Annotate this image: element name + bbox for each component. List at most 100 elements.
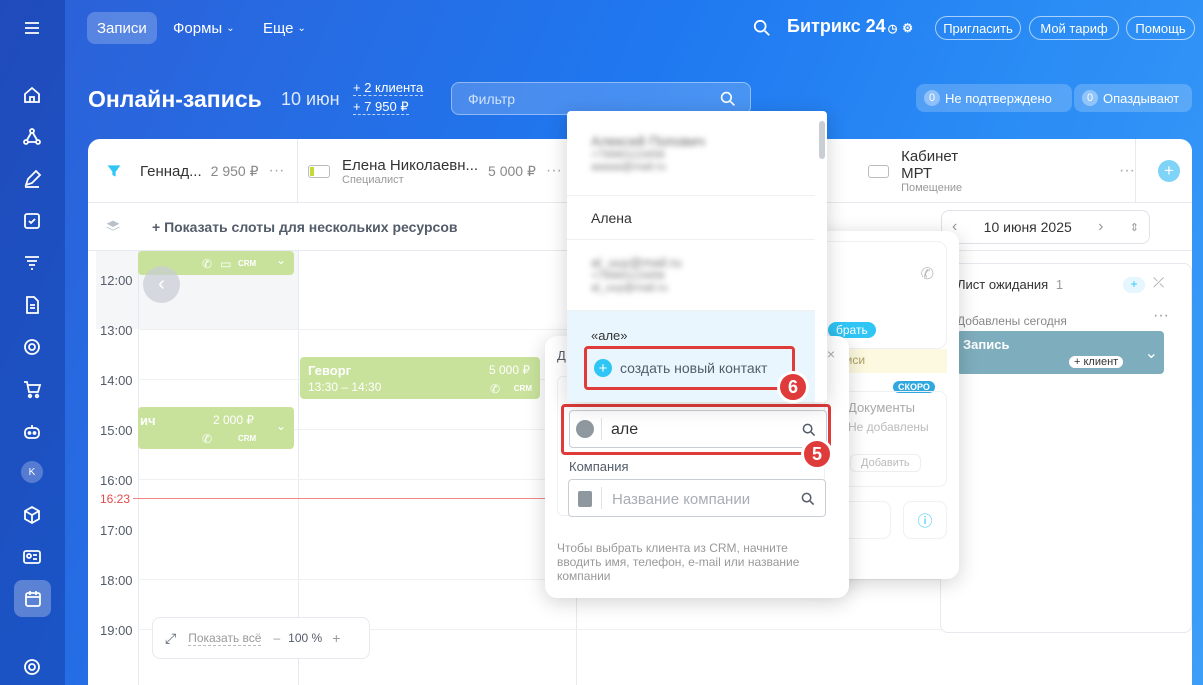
current-time-label: 16:23: [100, 492, 131, 506]
booking-price: 2 000 ₽: [213, 413, 254, 427]
document-icon[interactable]: [20, 293, 44, 317]
added-today-label: Добавлены сегодня: [957, 314, 1067, 328]
page-date: 10 июн: [281, 89, 340, 109]
brand-logo[interactable]: Битрикс 24 ◷ ⚙: [787, 16, 913, 37]
search-result-item[interactable]: Алена: [567, 197, 815, 240]
tab-records[interactable]: Записи: [87, 12, 157, 44]
more-icon[interactable]: ···: [1119, 162, 1135, 180]
collapse-icon[interactable]: ⤫: [1153, 274, 1164, 291]
search-icon[interactable]: [801, 492, 815, 506]
chevron-right-icon[interactable]: ›: [1098, 218, 1103, 236]
time-label: 16:00: [100, 473, 133, 488]
search-result-item[interactable]: al_uuy@mail.ru +79960123456 al_uuy@mail.…: [567, 241, 815, 311]
tasks-icon[interactable]: [20, 209, 44, 233]
query-echo: «але»: [591, 328, 628, 343]
unconfirmed-label: Не подтверждено: [945, 90, 1052, 106]
box-icon[interactable]: [20, 503, 44, 527]
add-client-button[interactable]: + клиент: [1069, 356, 1124, 368]
tab-more[interactable]: Еще ⌄: [253, 12, 316, 44]
input-divider: [601, 487, 602, 509]
booking-card[interactable]: Геворг 5 000 ₽ 13:30 – 14:30 ✆ CRM: [300, 357, 540, 399]
chevron-down-icon[interactable]: ⌄: [276, 419, 286, 433]
scrollbar-thumb[interactable]: [819, 121, 825, 159]
layers-icon[interactable]: [104, 219, 122, 235]
contact-card-icon[interactable]: [20, 545, 44, 569]
invite-button[interactable]: Пригласить: [935, 16, 1021, 40]
show-slots-button[interactable]: + Показать слоты для нескольких ресурсов: [152, 219, 458, 235]
crm-badge: CRM: [238, 434, 257, 443]
grid-divider: [138, 251, 139, 685]
funnel-icon[interactable]: [20, 251, 44, 275]
chevron-down-icon[interactable]: ⌄: [276, 253, 286, 267]
resource-column-1[interactable]: Геннад... 2 950 ₽ ···: [138, 139, 298, 203]
booking-card[interactable]: ич 2 000 ₽ ✆ CRM ⌄: [138, 407, 294, 449]
more-icon[interactable]: ···: [546, 162, 562, 180]
tab-records-label: Записи: [97, 19, 147, 37]
resource-column-2[interactable]: Елена Николаевн... Специалист 5 000 ₽ ··…: [298, 139, 578, 203]
company-input[interactable]: Название компании: [568, 479, 826, 517]
help-label: Помощь: [1135, 20, 1186, 36]
top-navigation: Записи Формы ⌄ Еще ⌄ Битрикс 24 ◷ ⚙ Пригласи…: [65, 0, 1203, 56]
client-card: ✆ брать: [807, 241, 947, 349]
booking-nav-active[interactable]: [14, 580, 51, 617]
clients-stat[interactable]: + 2 клиента: [353, 80, 424, 96]
calendar-icon: [25, 591, 41, 607]
settings-icon[interactable]: [20, 655, 44, 679]
chevron-down-icon: ⌄: [297, 22, 306, 34]
avatar-icon[interactable]: K: [20, 460, 44, 484]
network-icon[interactable]: [20, 125, 44, 149]
tariff-button[interactable]: Мой тариф: [1029, 16, 1119, 40]
close-icon[interactable]: ×: [827, 346, 835, 362]
battery-icon: [308, 164, 330, 178]
home-icon[interactable]: [20, 83, 44, 107]
target-icon[interactable]: [20, 335, 44, 359]
time-label: 18:00: [100, 573, 133, 588]
waitlist-title-row: Лист ожидания 1: [957, 277, 1063, 292]
money-stat[interactable]: + 7 950 ₽: [353, 99, 409, 115]
resource-name: Кабинет МРТ: [901, 148, 959, 182]
zoom-out-button[interactable]: –: [273, 631, 280, 645]
result-email: al_uuy@mail.ru: [591, 255, 682, 270]
resource-name: Елена Николаевн...: [342, 156, 479, 174]
unconfirmed-button[interactable]: 0 Не подтверждено: [916, 84, 1072, 112]
date-picker[interactable]: ‹ 10 июня 2025 › ⇕: [941, 210, 1150, 244]
section-label: Д: [557, 348, 566, 363]
scroll-left-button[interactable]: ‹: [143, 266, 180, 303]
waitlist-add-button[interactable]: +: [1123, 277, 1145, 293]
chevron-down-icon[interactable]: ⌄: [1145, 343, 1158, 363]
edit-icon[interactable]: [20, 167, 44, 191]
callout-badge-5: 5: [801, 438, 833, 470]
robot-icon[interactable]: [20, 419, 44, 443]
search-result-item[interactable]: Алексей Попович +79960123456 aaaaa@mail.…: [567, 111, 815, 196]
late-button[interactable]: 0 Опаздывают: [1074, 84, 1192, 112]
filter-funnel-icon[interactable]: [106, 163, 122, 179]
phone-icon[interactable]: ✆: [921, 264, 934, 284]
add-resource-button[interactable]: +: [1158, 160, 1180, 182]
more-icon[interactable]: ···: [268, 162, 284, 180]
show-all-button[interactable]: Показать всё: [188, 631, 262, 646]
result-phone: +79960123456: [591, 149, 665, 161]
zoom-in-button[interactable]: +: [332, 630, 340, 646]
highlight-frame-contact: [561, 404, 831, 455]
search-icon[interactable]: [753, 19, 771, 37]
tab-forms[interactable]: Формы ⌄: [163, 12, 245, 44]
info-icon[interactable]: ⓘ: [903, 501, 947, 539]
expand-icon[interactable]: ⤢: [165, 630, 176, 647]
help-button[interactable]: Помощь: [1126, 16, 1195, 40]
menu-icon[interactable]: [20, 16, 44, 40]
resource-column-mri[interactable]: Кабинет МРТ Помещение ···: [858, 139, 1136, 203]
more-icon[interactable]: ···: [1153, 307, 1169, 325]
time-label: 15:00: [100, 423, 133, 438]
time-label: 17:00: [100, 523, 133, 538]
company-placeholder: Название компании: [612, 491, 751, 508]
search-icon[interactable]: [720, 91, 736, 107]
time-label: 13:00: [100, 323, 133, 338]
waitlist-panel: Лист ожидания 1 + ⤫ Добавлены сегодня ··…: [940, 263, 1192, 633]
add-document-button[interactable]: Добавить: [850, 454, 921, 472]
updown-icon[interactable]: ⇕: [1130, 221, 1139, 234]
crm-badge: CRM: [513, 384, 532, 393]
time-label: 14:00: [100, 373, 133, 388]
brand-label: Битрикс 24: [787, 16, 886, 36]
cart-icon[interactable]: [20, 377, 44, 401]
waitlist-record-card[interactable]: Запись + клиент ⌄: [957, 331, 1164, 374]
